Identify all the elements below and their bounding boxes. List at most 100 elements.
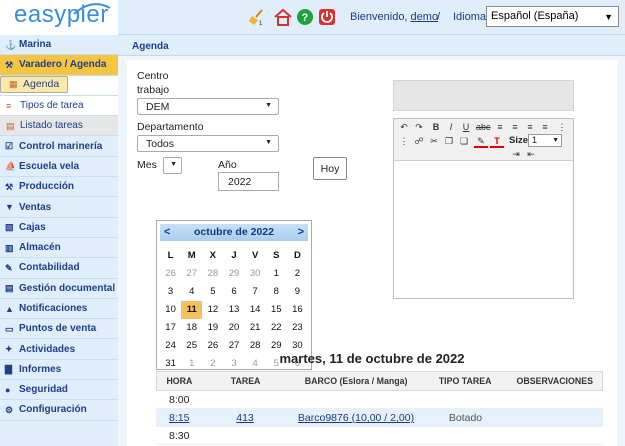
calendar-day[interactable]: 3 — [160, 283, 181, 301]
calendar-day[interactable]: 5 — [202, 283, 223, 301]
outdent-icon[interactable]: ⇤ — [524, 148, 538, 161]
sail-icon: ⛵ — [5, 161, 17, 172]
calendar-day[interactable]: 20 — [223, 319, 244, 337]
calendar-day[interactable]: 30 — [245, 265, 266, 283]
cell-hora-link[interactable]: 8:15 — [156, 409, 201, 426]
font-color-icon[interactable]: T — [490, 135, 504, 148]
calendar-day[interactable]: 9 — [287, 283, 308, 301]
language-select[interactable]: Español (España) ▼ — [486, 6, 619, 27]
table-row[interactable]: 8:15 413 Barco9876 (10,00 / 2,00) Botado — [156, 409, 603, 427]
departamento-value: Todos — [146, 138, 175, 150]
align-left-icon[interactable]: ≡ — [493, 121, 507, 134]
sidebar-item-escuela-vela[interactable]: ⛵ Escuela vela — [0, 157, 118, 178]
calendar-day[interactable]: 29 — [223, 265, 244, 283]
col-tipo[interactable]: TIPO TAREA — [423, 372, 508, 390]
sidebar-item-gestion-documental[interactable]: ▤ Gestión documental — [0, 279, 118, 299]
power-icon[interactable] — [318, 8, 336, 26]
cut-icon[interactable]: ✂ — [427, 135, 441, 148]
calendar-day[interactable]: 17 — [160, 319, 181, 337]
rich-text-editor[interactable]: ↶ ↷ B I U abc ≡ ≡ ≡ ≡ ⋮ ⋮ ☍ ✂ ❐ ❏ ✎ T Si… — [393, 118, 574, 299]
align-justify-icon[interactable]: ≡ — [538, 121, 552, 134]
calendar-day[interactable]: 8 — [266, 283, 287, 301]
calendar-day[interactable]: 14 — [245, 301, 266, 319]
redo-icon[interactable]: ↷ — [412, 121, 426, 134]
calendar-day[interactable]: 1 — [266, 265, 287, 283]
hoy-button[interactable]: Hoy — [313, 157, 347, 180]
cell-tarea-link[interactable]: 413 — [201, 409, 289, 426]
sidebar-item-actividades[interactable]: ✦ Actividades — [0, 339, 118, 360]
easypier-logo[interactable]: easypier — [8, 1, 120, 33]
sidebar-item-almacen[interactable]: ▥ Almacén — [0, 238, 118, 259]
calendar-day-selected[interactable]: 11 — [181, 301, 203, 319]
cell-barco-link[interactable]: Barco9876 (10,00 / 2,00) — [289, 409, 423, 426]
home-icon[interactable] — [274, 8, 292, 26]
calendar-day[interactable]: 7 — [245, 283, 266, 301]
calendar-day[interactable]: 22 — [266, 319, 287, 337]
calendar-day[interactable]: 21 — [245, 319, 266, 337]
sidebar-item-agenda[interactable]: ▦ Agenda — [0, 75, 69, 93]
highlight-icon[interactable]: ✎ — [474, 135, 488, 148]
table-row[interactable]: 8:00 — [156, 391, 603, 409]
sidebar-item-puntos-de-venta[interactable]: ▭ Puntos de venta — [0, 319, 118, 340]
mes-label: Mes — [137, 159, 157, 171]
sidebar-item-control-marineria[interactable]: ☑ Control marinería — [0, 136, 118, 157]
calendar-title: octubre de 2022 — [194, 226, 274, 238]
chevron-down-icon: ▼ — [552, 137, 559, 144]
sidebar-item-tipos-de-tarea[interactable]: ≡ Tipos de tarea — [0, 95, 118, 117]
sidebar-item-listado-tareas[interactable]: ▤ Listado tareas — [0, 116, 118, 137]
sidebar-item-ventas[interactable]: ▼ Ventas — [0, 197, 118, 218]
calendar-day[interactable]: 16 — [287, 301, 308, 319]
sidebar-item-varadero-agenda[interactable]: ⚒ Varadero / Agenda — [0, 55, 118, 76]
size-value: 1 — [532, 135, 538, 145]
col-barco[interactable]: BARCO (Eslora / Manga) — [289, 372, 422, 390]
sidebar-item-cajas[interactable]: ▧ Cajas — [0, 218, 118, 238]
calendar-day[interactable]: 15 — [266, 301, 287, 319]
anio-input[interactable]: 2022 — [218, 172, 279, 191]
calendar-day[interactable]: 2 — [287, 265, 308, 283]
bold-icon[interactable]: B — [429, 121, 443, 134]
mes-select[interactable]: ▼ — [163, 157, 182, 174]
sidebar-item-marina[interactable]: ⚓ Marina — [0, 35, 118, 56]
sidebar-item-contabilidad[interactable]: ✎ Contabilidad — [0, 258, 118, 279]
calendar-day[interactable]: 19 — [202, 319, 223, 337]
calendar-day[interactable]: 26 — [160, 265, 181, 283]
table-row[interactable]: 8:30 — [156, 427, 603, 445]
indent-icon[interactable]: ⇥ — [509, 148, 523, 161]
col-observaciones[interactable]: OBSERVACIONES — [507, 372, 602, 390]
italic-icon[interactable]: I — [444, 121, 458, 134]
tools-icon: ⚒ — [5, 59, 14, 70]
help-icon[interactable]: ? — [296, 8, 314, 26]
undo-icon[interactable]: ↶ — [397, 121, 411, 134]
calendar-day[interactable]: 10 — [160, 301, 181, 319]
calendar-day[interactable]: 12 — [202, 301, 223, 319]
align-right-icon[interactable]: ≡ — [523, 121, 537, 134]
strikethrough-icon[interactable]: abc — [476, 121, 491, 134]
underline-icon[interactable]: U — [459, 121, 473, 134]
sidebar-item-configuracion[interactable]: ⚙ Configuración — [0, 400, 118, 421]
broom-icon[interactable]: 1 — [248, 8, 266, 26]
departamento-select[interactable]: Todos ▼ — [137, 135, 279, 152]
sidebar-item-notificaciones[interactable]: ▲ Notificaciones — [0, 299, 118, 320]
link-icon[interactable]: ☍ — [412, 135, 426, 148]
calendar-day[interactable]: 18 — [181, 319, 202, 337]
col-hora[interactable]: HORA — [157, 372, 202, 390]
col-tarea[interactable]: TAREA — [202, 372, 290, 390]
bullet-list-icon[interactable]: ⋮ — [397, 135, 411, 148]
calendar-day[interactable]: 27 — [181, 265, 202, 283]
calendar-next-button[interactable]: > — [298, 226, 304, 238]
list-icon[interactable]: ⋮ — [555, 121, 569, 134]
username-link[interactable]: demo — [411, 11, 439, 23]
calendar-day[interactable]: 23 — [287, 319, 308, 337]
calendar-day[interactable]: 4 — [181, 283, 202, 301]
centro-select[interactable]: DEM ▼ — [137, 98, 279, 115]
sidebar-item-seguridad[interactable]: ● Seguridad — [0, 380, 118, 401]
calendar-day[interactable]: 6 — [223, 283, 244, 301]
calendar-day[interactable]: 13 — [223, 301, 244, 319]
sidebar-item-produccion[interactable]: ⚒ Producción — [0, 177, 118, 198]
align-center-icon[interactable]: ≡ — [508, 121, 522, 134]
calendar-day[interactable]: 28 — [202, 265, 223, 283]
paste-icon[interactable]: ❏ — [457, 135, 471, 148]
copy-icon[interactable]: ❐ — [442, 135, 456, 148]
sidebar-item-informes[interactable]: ▇ Informes — [0, 360, 118, 381]
size-select[interactable]: 1 ▼ — [528, 134, 562, 147]
